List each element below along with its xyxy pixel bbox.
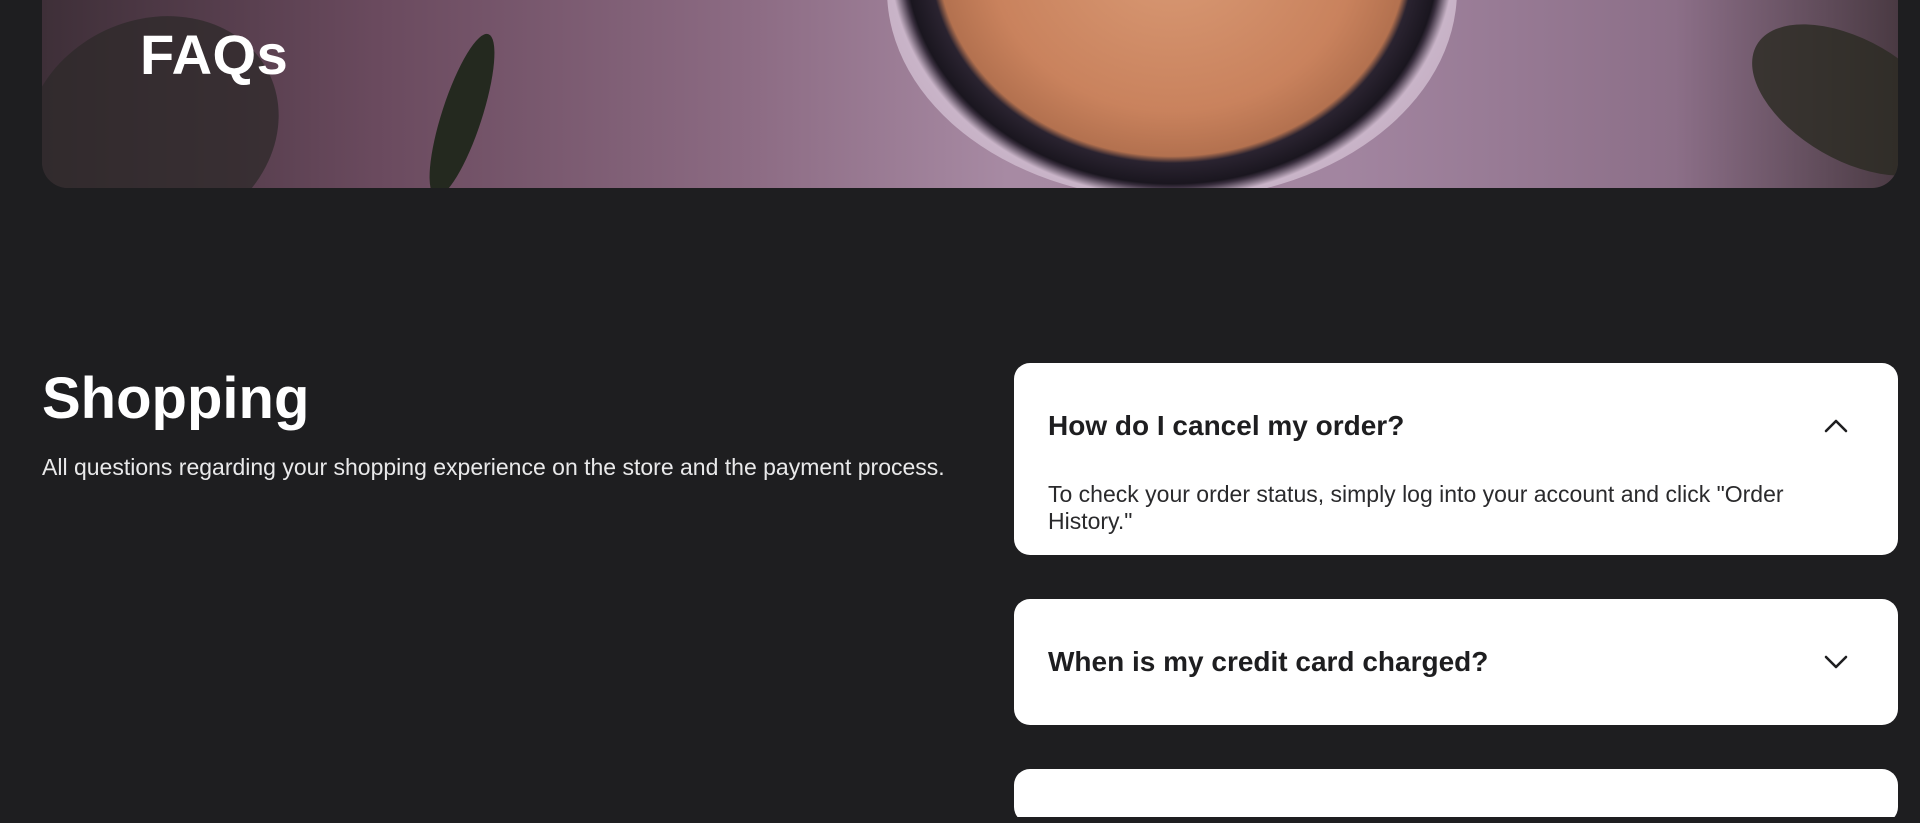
hero-plant-leaf (416, 27, 508, 188)
chevron-up-icon[interactable] (1824, 414, 1848, 438)
faq-item: How do I cancel my order? To check your … (1014, 363, 1898, 555)
faq-question: How do I cancel my order? (1048, 410, 1405, 441)
hero-speaker-image (887, 0, 1457, 188)
faq-item: When is my credit card charged? (1014, 599, 1898, 725)
page-title: FAQs (140, 23, 289, 86)
faq-answer: To check your order status, simply log i… (1048, 481, 1784, 534)
page-bottom-edge (0, 817, 1920, 823)
section-description: All questions regarding your shopping ex… (42, 454, 945, 480)
faq-item[interactable] (1014, 769, 1898, 823)
hero-plant-leaf (1726, 0, 1898, 188)
hero-banner: FAQs (42, 0, 1898, 188)
chevron-down-icon[interactable] (1824, 650, 1848, 674)
faq-question: When is my credit card charged? (1048, 646, 1489, 677)
faq-question-toggle[interactable]: When is my credit card charged? (1048, 599, 1864, 725)
section-title: Shopping (42, 366, 310, 431)
faq-question-toggle[interactable]: How do I cancel my order? (1048, 363, 1864, 489)
